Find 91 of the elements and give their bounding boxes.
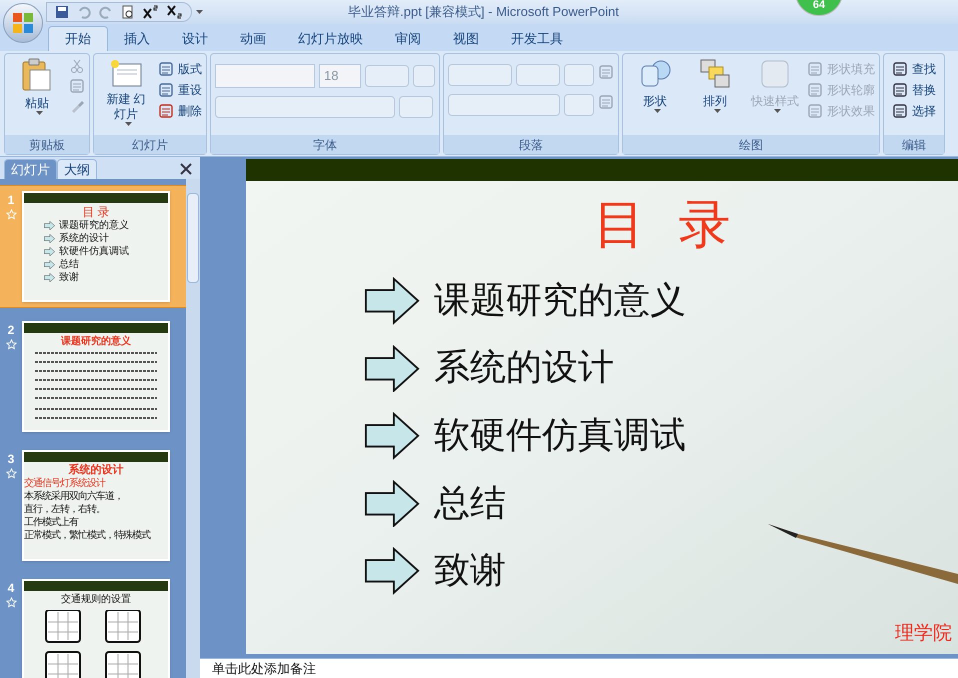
slide-list-item: 致谢 [434,549,506,594]
scrollbar[interactable] [186,179,200,678]
superscript-icon[interactable] [143,5,159,19]
thumbnail-title: 交通规则的设置 [61,593,131,606]
clipboard-icon [22,58,52,92]
redo-icon[interactable] [99,5,113,19]
subscript-icon[interactable] [167,5,183,19]
slide-footer: 理学院 [895,620,952,648]
save-icon[interactable] [55,5,69,19]
ribbon-tab[interactable]: 审阅 [379,26,437,51]
ribbon-tab[interactable]: 动画 [224,26,282,51]
ribbon-tab[interactable]: 插入 [108,26,166,51]
slide-list-item: 课题研究的意义 [434,278,686,323]
large-ribbon-button[interactable]: 粘贴 [9,54,65,115]
slide-title: 目 录 [593,195,731,255]
thumbnail-text: 系统的设计 [59,232,109,245]
print-preview-icon[interactable] [121,5,135,19]
caret-icon [36,111,42,115]
quick-styles-icon [759,58,791,90]
large-ribbon-button[interactable]: 排列 [687,54,743,121]
caret-icon [124,122,132,126]
window-title: 毕业答辩.ppt [兼容模式] - Microsoft PowerPoint [348,3,619,22]
star-icon [6,468,16,479]
group-label: 编辑 [902,136,926,154]
slide-thumbnail[interactable]: 目 录 课题研究的意义 系统的设计 软硬件仿真调试 总结 致谢 [22,191,170,302]
caret-icon [714,109,720,113]
thumbnail-text: 交通信号灯系统设计 [24,477,106,490]
group-label: 字体 [313,136,337,154]
slide-number: 3 [8,451,14,468]
notes-placeholder[interactable]: 单击此处添加备注 [212,658,316,678]
slide-list-item: 总结 [434,482,506,526]
small-ribbon-button[interactable]: 版式 [158,58,202,79]
group-label: 幻灯片 [132,136,168,154]
ribbon-tab[interactable]: 设计 [166,26,224,51]
small-ribbon-button[interactable]: 选择 [892,100,936,121]
thumbnail-title: 课题研究的意义 [61,335,131,348]
panel-tab[interactable]: 大纲 [57,159,97,179]
block-arrow-icon [44,260,55,270]
large-ribbon-button[interactable]: 新建 幻灯片 [98,54,154,126]
block-arrow-icon [364,547,420,595]
star-icon [6,597,16,608]
thumbnail-text: 本系统采用双向六车道， [24,490,124,503]
thumbnail-text: 致谢 [59,271,79,284]
caret-icon [196,10,203,14]
group-label: 段落 [519,136,543,154]
ribbon-tab[interactable]: 幻灯片放映 [282,26,379,51]
group-label: 绘图 [739,136,763,154]
block-arrow-icon [44,234,55,244]
caret-icon [654,109,660,113]
slide-number: 1 [8,192,14,209]
block-arrow-icon [44,272,55,282]
font-name-field[interactable] [215,64,315,88]
group-label: 剪贴板 [29,136,65,154]
star-icon [6,339,16,350]
thumbnail-text: 课题研究的意义 [59,219,129,232]
arrange-icon [699,58,731,90]
scissors-icon [69,58,85,74]
slide-number: 4 [8,580,14,597]
small-ribbon-button[interactable]: 重设 [158,79,202,100]
caret-icon [774,109,780,113]
small-ribbon-button[interactable]: 查找 [892,58,936,79]
thumbnail-text: 总结 [59,258,79,271]
thumbnail-text: 软硬件仿真调试 [59,245,129,258]
slide-thumbnail[interactable]: 课题研究的意义 [22,321,170,432]
close-icon[interactable] [180,163,192,175]
thumbnail-text: 正常模式，繁忙模式，特殊模式 [24,529,152,542]
thumbnail-text: 直行，左转，右转。 [24,503,106,516]
slide-thumbnail[interactable]: 系统的设计 交通信号灯系统设计 本系统采用双向六车道， 直行，左转，右转。 工作模式上有 正常模式，繁忙模式，特殊模式 [22,450,170,561]
small-ribbon-button[interactable]: 替换 [892,79,936,100]
block-arrow-icon [364,412,420,460]
ribbon-tab[interactable]: 视图 [437,26,495,51]
block-arrow-icon [44,220,55,230]
ribbon-tab[interactable]: 开发工具 [495,26,579,51]
thumbnail-text: 工作模式上有 [24,516,80,529]
office-logo-icon[interactable] [11,11,35,35]
block-arrow-icon [364,277,420,325]
undo-icon[interactable] [77,5,91,19]
star-icon [6,209,16,220]
slide-list-item: 系统的设计 [434,346,614,390]
block-arrow-icon [44,246,55,256]
thumbnail-title: 系统的设计 [68,464,124,477]
block-arrow-icon [364,344,420,392]
thumbnail-title: 目 录 [82,205,110,219]
ribbon-tab[interactable]: 开始 [48,26,108,51]
slide-number: 2 [8,322,14,339]
new-slide-icon [109,58,143,88]
small-ribbon-button[interactable]: 删除 [158,100,202,121]
large-ribbon-button[interactable]: 形状 [627,54,683,121]
block-arrow-icon [364,480,420,528]
slide-thumbnail[interactable]: 交通规则的设置 [22,579,170,678]
slide-list-item: 软硬件仿真调试 [434,414,686,458]
